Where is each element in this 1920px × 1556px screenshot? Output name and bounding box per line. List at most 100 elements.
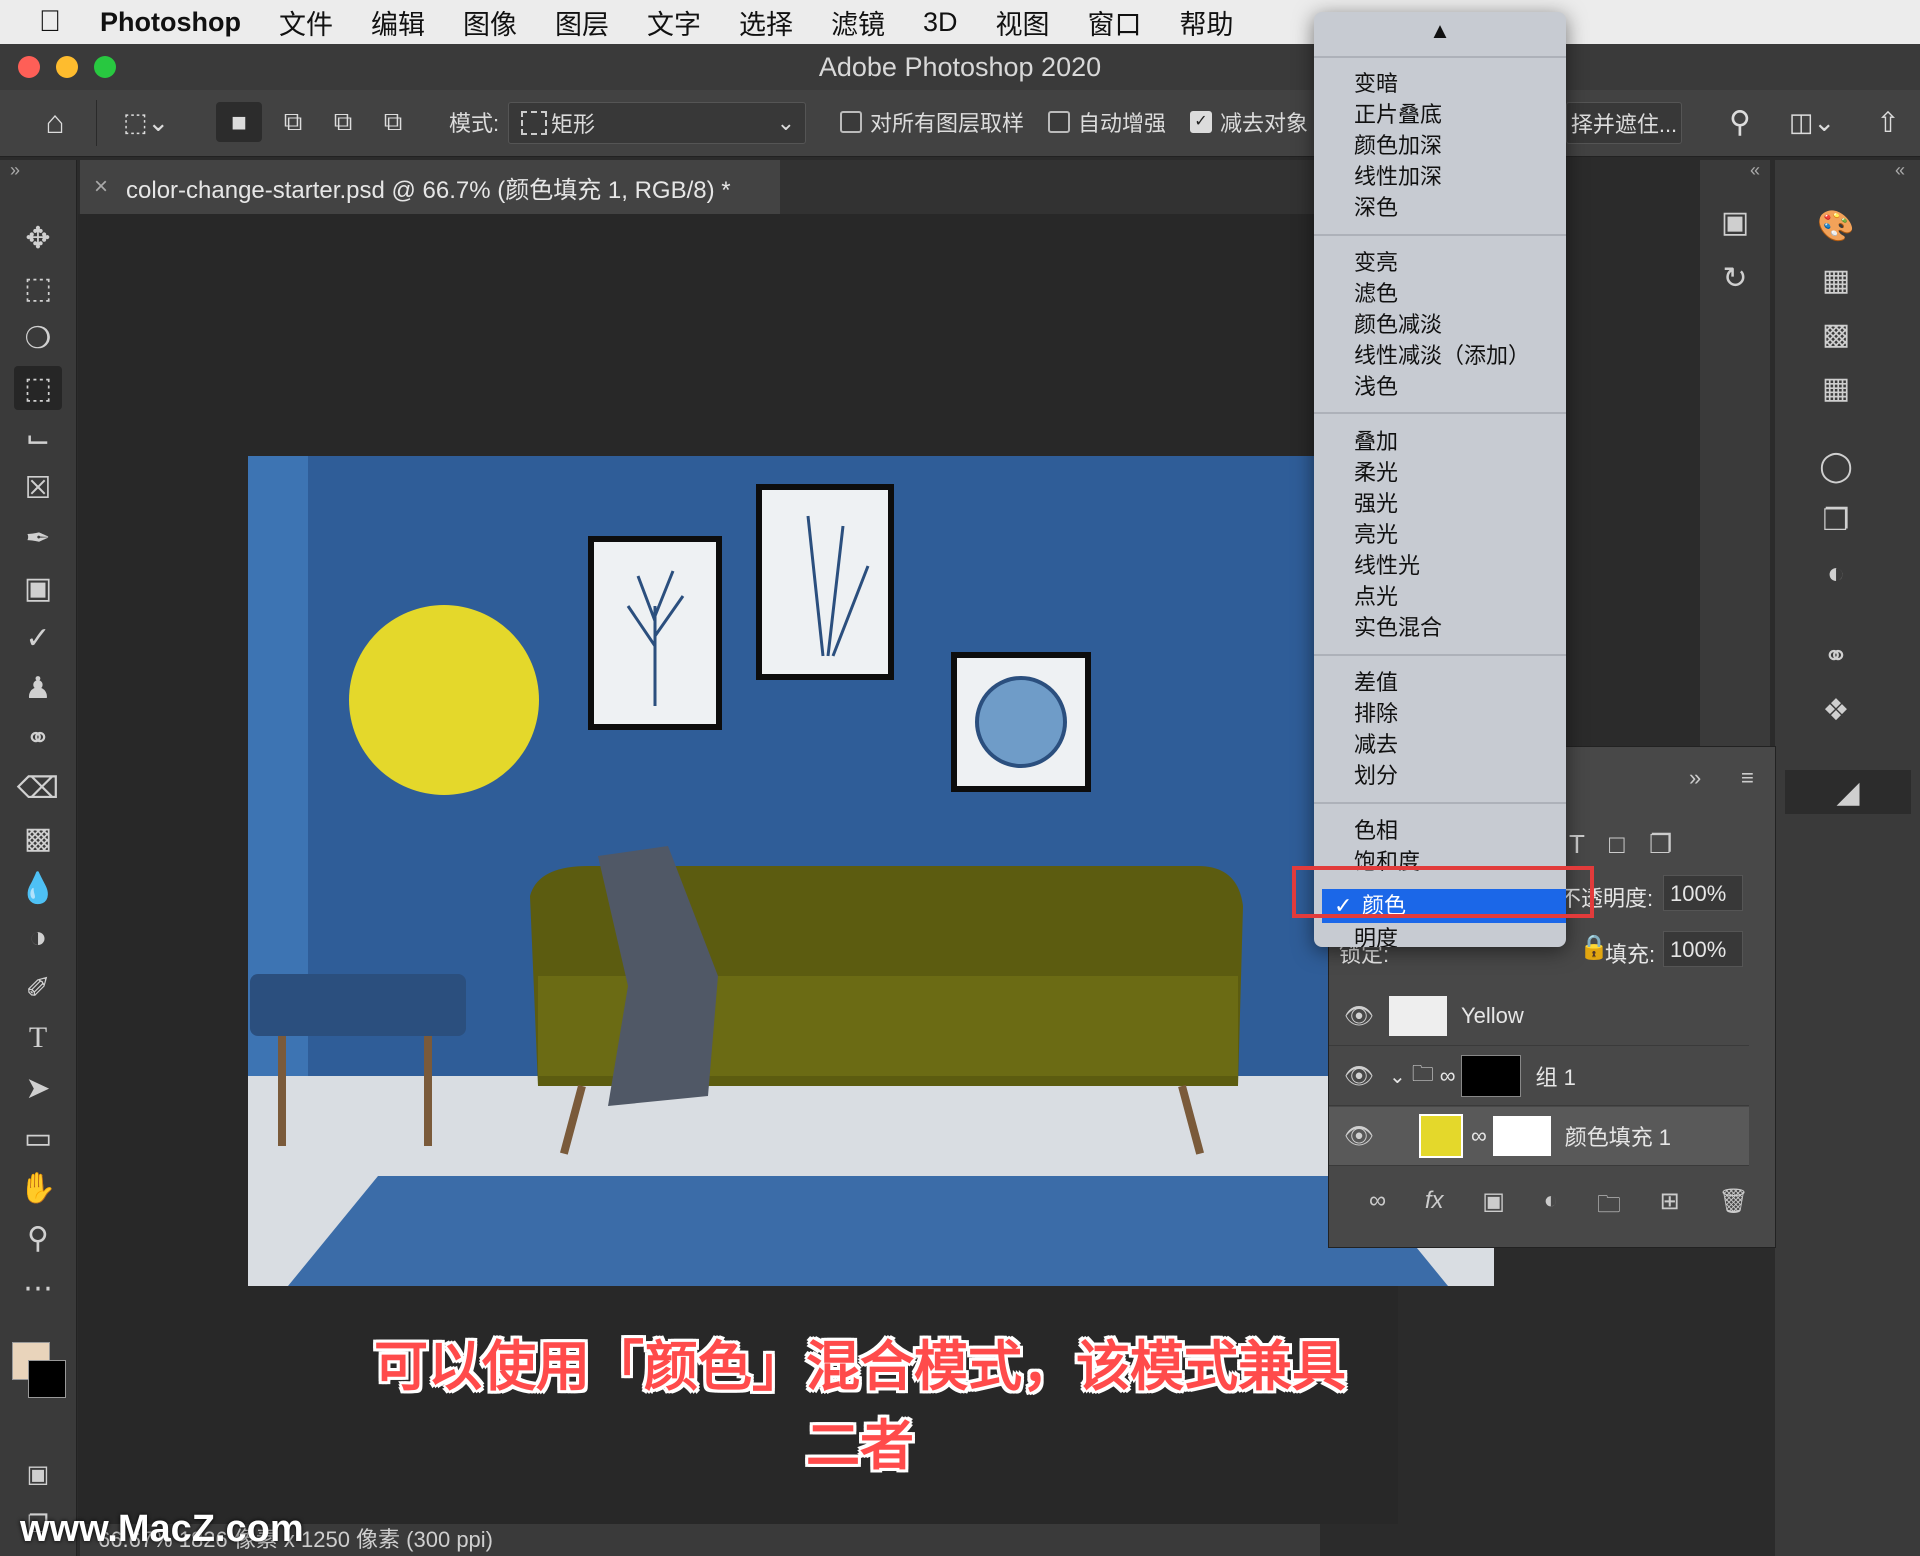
gradient-tool-icon[interactable]: ▩ (14, 816, 62, 860)
blend-divide[interactable]: 划分 (1314, 760, 1566, 791)
object-select-tool-preset-icon[interactable]: ⬚⌄ (116, 102, 176, 142)
workspace-icon[interactable]: ◫⌄ (1780, 102, 1844, 142)
close-tab-icon[interactable]: × (94, 173, 108, 201)
menu-window[interactable]: 窗口 (1088, 3, 1142, 42)
patterns-icon[interactable]: ▦ (1811, 366, 1861, 410)
clone-stamp-tool-icon[interactable]: ♟ (14, 666, 62, 710)
background-color-swatch[interactable] (28, 1360, 66, 1398)
blend-color-dodge[interactable]: 颜色减淡 (1314, 309, 1566, 340)
blend-difference[interactable]: 差值 (1314, 667, 1566, 698)
eraser-tool-icon[interactable]: ⌫ (14, 766, 62, 810)
blend-darken[interactable]: 变暗 (1314, 68, 1566, 99)
eye-icon[interactable]: 👁 (1329, 1002, 1389, 1031)
history-icon[interactable]: ↻ (1710, 256, 1760, 300)
filter-type-icon[interactable]: T (1569, 829, 1585, 860)
collapse-icon[interactable]: » (10, 160, 20, 181)
collapse-icon[interactable]: « (1895, 160, 1905, 181)
blend-hard-mix[interactable]: 实色混合 (1314, 612, 1566, 643)
apple-icon[interactable]:  (0, 5, 100, 39)
share-icon[interactable]: ⇧ (1866, 102, 1910, 142)
adjustment-layer-icon[interactable]: ◐ (1544, 1187, 1559, 1227)
menu-layer[interactable]: 图层 (555, 3, 609, 42)
layer-row-yellow[interactable]: 👁 Yellow (1329, 987, 1749, 1046)
eye-icon[interactable]: 👁 (1329, 1122, 1389, 1151)
search-icon[interactable]: ⚲ (1718, 102, 1762, 142)
collapse-icon[interactable]: » (1689, 765, 1701, 791)
sample-all-layers-checkbox[interactable]: 对所有图层取样 (840, 102, 1030, 142)
menu-filter[interactable]: 滤镜 (831, 3, 885, 42)
menu-3d[interactable]: 3D (923, 7, 958, 38)
panel-menu-icon[interactable]: ≡ (1741, 765, 1754, 791)
menu-help[interactable]: 帮助 (1180, 3, 1234, 42)
rectangle-tool-icon[interactable]: ▭ (14, 1116, 62, 1160)
delete-layer-icon[interactable]: 🗑 (1718, 1187, 1748, 1227)
blend-linear-light[interactable]: 线性光 (1314, 550, 1566, 581)
blend-darker-color[interactable]: 深色 (1314, 192, 1566, 223)
hand-tool-icon[interactable]: ✋ (14, 1166, 62, 1210)
3d-icon[interactable]: ▣ (1710, 200, 1760, 244)
channels-icon[interactable]: ⚭ (1811, 634, 1861, 678)
blend-color-burn[interactable]: 颜色加深 (1314, 130, 1566, 161)
fx-icon[interactable]: fx (1425, 1187, 1444, 1227)
move-tool-icon[interactable]: ✥ (14, 216, 62, 260)
subtract-selection-icon[interactable]: ⧉ (320, 102, 366, 142)
menu-image[interactable]: 图像 (463, 3, 517, 42)
blend-screen[interactable]: 滤色 (1314, 278, 1566, 309)
add-mask-icon[interactable]: ▣ (1482, 1187, 1505, 1227)
menu-type[interactable]: 文字 (647, 3, 701, 42)
mode-select[interactable]: 矩形 ⌄ (508, 102, 806, 144)
blend-lighten[interactable]: 变亮 (1314, 247, 1566, 278)
filter-smart-icon[interactable]: ❐ (1649, 829, 1672, 860)
marquee-tool-icon[interactable]: ⬚ (14, 266, 62, 310)
opacity-field[interactable]: 100% (1663, 875, 1743, 911)
dodge-tool-icon[interactable]: ◑ (14, 916, 62, 960)
blend-lighter-color[interactable]: 浅色 (1314, 371, 1566, 402)
fill-field[interactable]: 100% (1663, 931, 1743, 967)
layer-row-color-fill[interactable]: 👁 ∞ 颜色填充 1 (1329, 1107, 1749, 1166)
new-layer-icon[interactable]: ⊞ (1660, 1187, 1680, 1227)
brush-tool-icon[interactable]: ✓ (14, 616, 62, 660)
blur-tool-icon[interactable]: 💧 (14, 866, 62, 910)
color-icon[interactable]: 🎨 (1811, 204, 1861, 248)
blend-hue[interactable]: 色相 (1314, 815, 1566, 846)
intersect-selection-icon[interactable]: ⧉ (370, 102, 416, 142)
type-tool-icon[interactable]: T (14, 1016, 62, 1060)
collapse-icon[interactable]: « (1750, 160, 1760, 181)
libraries-icon[interactable]: ❐ (1811, 498, 1861, 542)
add-selection-icon[interactable]: ⧉ (270, 102, 316, 142)
healing-brush-tool-icon[interactable]: ▣ (14, 566, 62, 610)
eye-icon[interactable]: 👁 (1329, 1062, 1389, 1091)
menu-select[interactable]: 选择 (739, 3, 793, 42)
quick-mask-icon[interactable]: ▣ (14, 1452, 62, 1496)
menu-app-name[interactable]: Photoshop (100, 7, 241, 38)
blend-hard-light[interactable]: 强光 (1314, 488, 1566, 519)
new-group-icon[interactable]: 🗀 (1597, 1187, 1621, 1227)
menu-file[interactable]: 文件 (279, 3, 333, 42)
document-tab[interactable]: × color-change-starter.psd @ 66.7% (颜色填充… (80, 160, 780, 214)
zoom-tool-icon[interactable]: ⚲ (14, 1216, 62, 1260)
blend-soft-light[interactable]: 柔光 (1314, 457, 1566, 488)
new-selection-icon[interactable]: ■ (216, 102, 262, 142)
swatches-icon[interactable]: ▦ (1811, 258, 1861, 302)
lasso-tool-icon[interactable]: ❍ (14, 316, 62, 360)
layers-icon[interactable]: ◢ (1785, 770, 1911, 814)
chevron-down-icon[interactable]: ⌄ (1389, 1064, 1406, 1089)
object-selection-tool-icon[interactable]: ⬚ (14, 366, 62, 410)
blend-pin-light[interactable]: 点光 (1314, 581, 1566, 612)
auto-enhance-checkbox[interactable]: 自动增强 (1048, 102, 1178, 142)
blend-overlay[interactable]: 叠加 (1314, 426, 1566, 457)
select-and-mask-button[interactable]: 择并遮住... (1566, 102, 1682, 144)
learn-icon[interactable]: ◯ (1811, 444, 1861, 488)
frame-tool-icon[interactable]: ☒ (14, 466, 62, 510)
layer-row-group[interactable]: 👁 ⌄ 🗀 ∞ 组 1 (1329, 1047, 1749, 1106)
pen-tool-icon[interactable]: ✐ (14, 966, 62, 1010)
eyedropper-tool-icon[interactable]: ✒ (14, 516, 62, 560)
link-layers-icon[interactable]: ∞ (1369, 1187, 1386, 1227)
blend-vivid-light[interactable]: 亮光 (1314, 519, 1566, 550)
subtract-object-checkbox[interactable]: ✓ 减去对象 (1190, 102, 1314, 142)
blend-multiply[interactable]: 正片叠底 (1314, 99, 1566, 130)
adjustments-icon[interactable]: ◐ (1811, 552, 1861, 596)
blend-linear-dodge[interactable]: 线性减淡（添加） (1314, 340, 1566, 371)
gradients-icon[interactable]: ▩ (1811, 312, 1861, 356)
crop-tool-icon[interactable]: ⌙ (14, 416, 62, 460)
